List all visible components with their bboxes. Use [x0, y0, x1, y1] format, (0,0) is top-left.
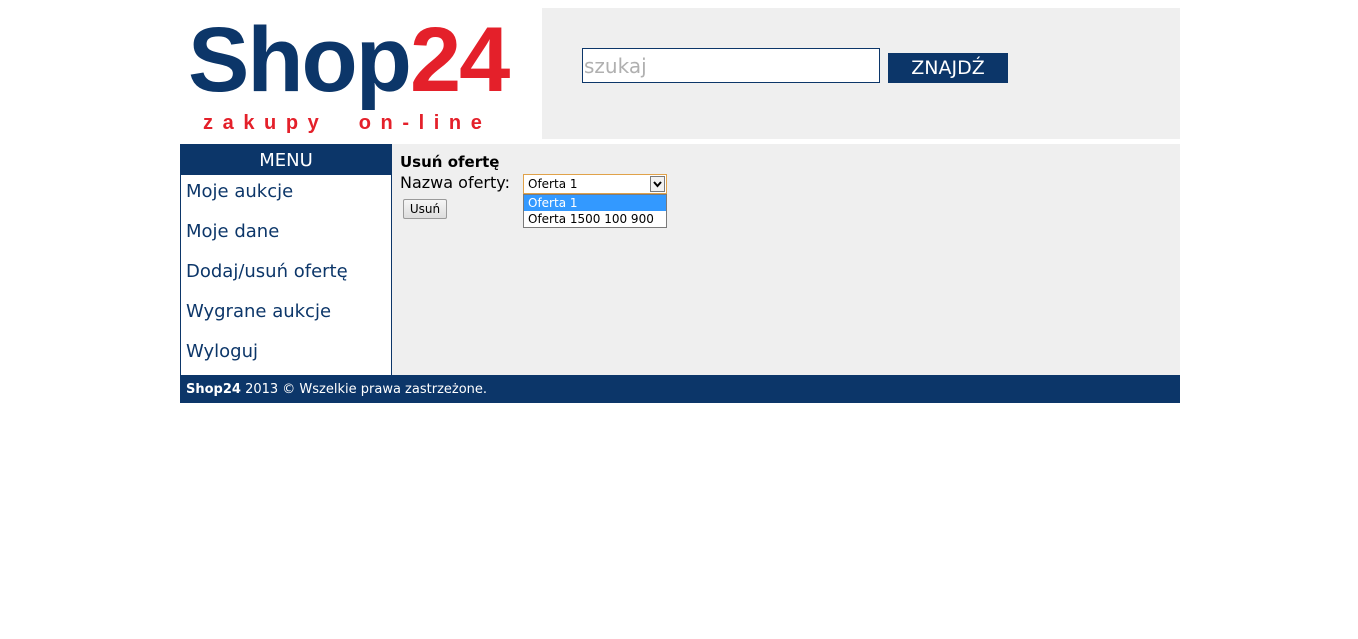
sidebar-item-my-auctions[interactable]: Moje aukcje [181, 175, 391, 215]
page-title: Usuń ofertę [400, 153, 500, 171]
logo[interactable]: Shop24 zakupy on-line [180, 8, 542, 139]
search-button[interactable]: ZNAJDŹ [888, 53, 1008, 83]
logo-tagline: zakupy on-line [203, 112, 492, 134]
offer-options-list: Oferta 1 Oferta 1500 100 900 [523, 194, 667, 228]
offer-name-label: Nazwa oferty: [400, 173, 510, 192]
sidebar-menu: MENU Moje aukcje Moje dane Dodaj/usuń of… [180, 144, 392, 375]
page-container: Shop24 zakupy on-line ZNAJDŹ MENU Moje a… [180, 8, 1180, 403]
footer: Shop24 2013 © Wszelkie prawa zastrzeżone… [180, 375, 1180, 403]
menu-header: MENU [180, 144, 392, 175]
footer-brand: Shop24 [186, 382, 241, 397]
footer-copyright: 2013 © Wszelkie prawa zastrzeżone. [240, 382, 488, 397]
logo-number-text: 24 [409, 9, 510, 111]
sidebar-item-add-remove-offer[interactable]: Dodaj/usuń ofertę [181, 255, 391, 295]
chevron-down-icon[interactable] [650, 176, 665, 192]
offer-option[interactable]: Oferta 1 [524, 195, 666, 211]
offer-option[interactable]: Oferta 1500 100 900 [524, 211, 666, 227]
logo-shop-text: Shop [188, 9, 412, 111]
sidebar-item-won-auctions[interactable]: Wygrane aukcje [181, 295, 391, 335]
delete-offer-button[interactable]: Usuń [403, 199, 447, 219]
sidebar-item-my-data[interactable]: Moje dane [181, 215, 391, 255]
main-content: Usuń ofertę Nazwa oferty: Oferta 1 Ofert… [392, 144, 1180, 375]
offer-select[interactable]: Oferta 1 [523, 174, 667, 194]
logo-wordmark: Shop24 [188, 9, 510, 111]
header-bar: ZNAJDŹ [542, 8, 1180, 139]
sidebar-item-logout[interactable]: Wyloguj [181, 335, 391, 375]
search-input[interactable] [582, 48, 880, 83]
offer-select-value: Oferta 1 [528, 177, 578, 191]
